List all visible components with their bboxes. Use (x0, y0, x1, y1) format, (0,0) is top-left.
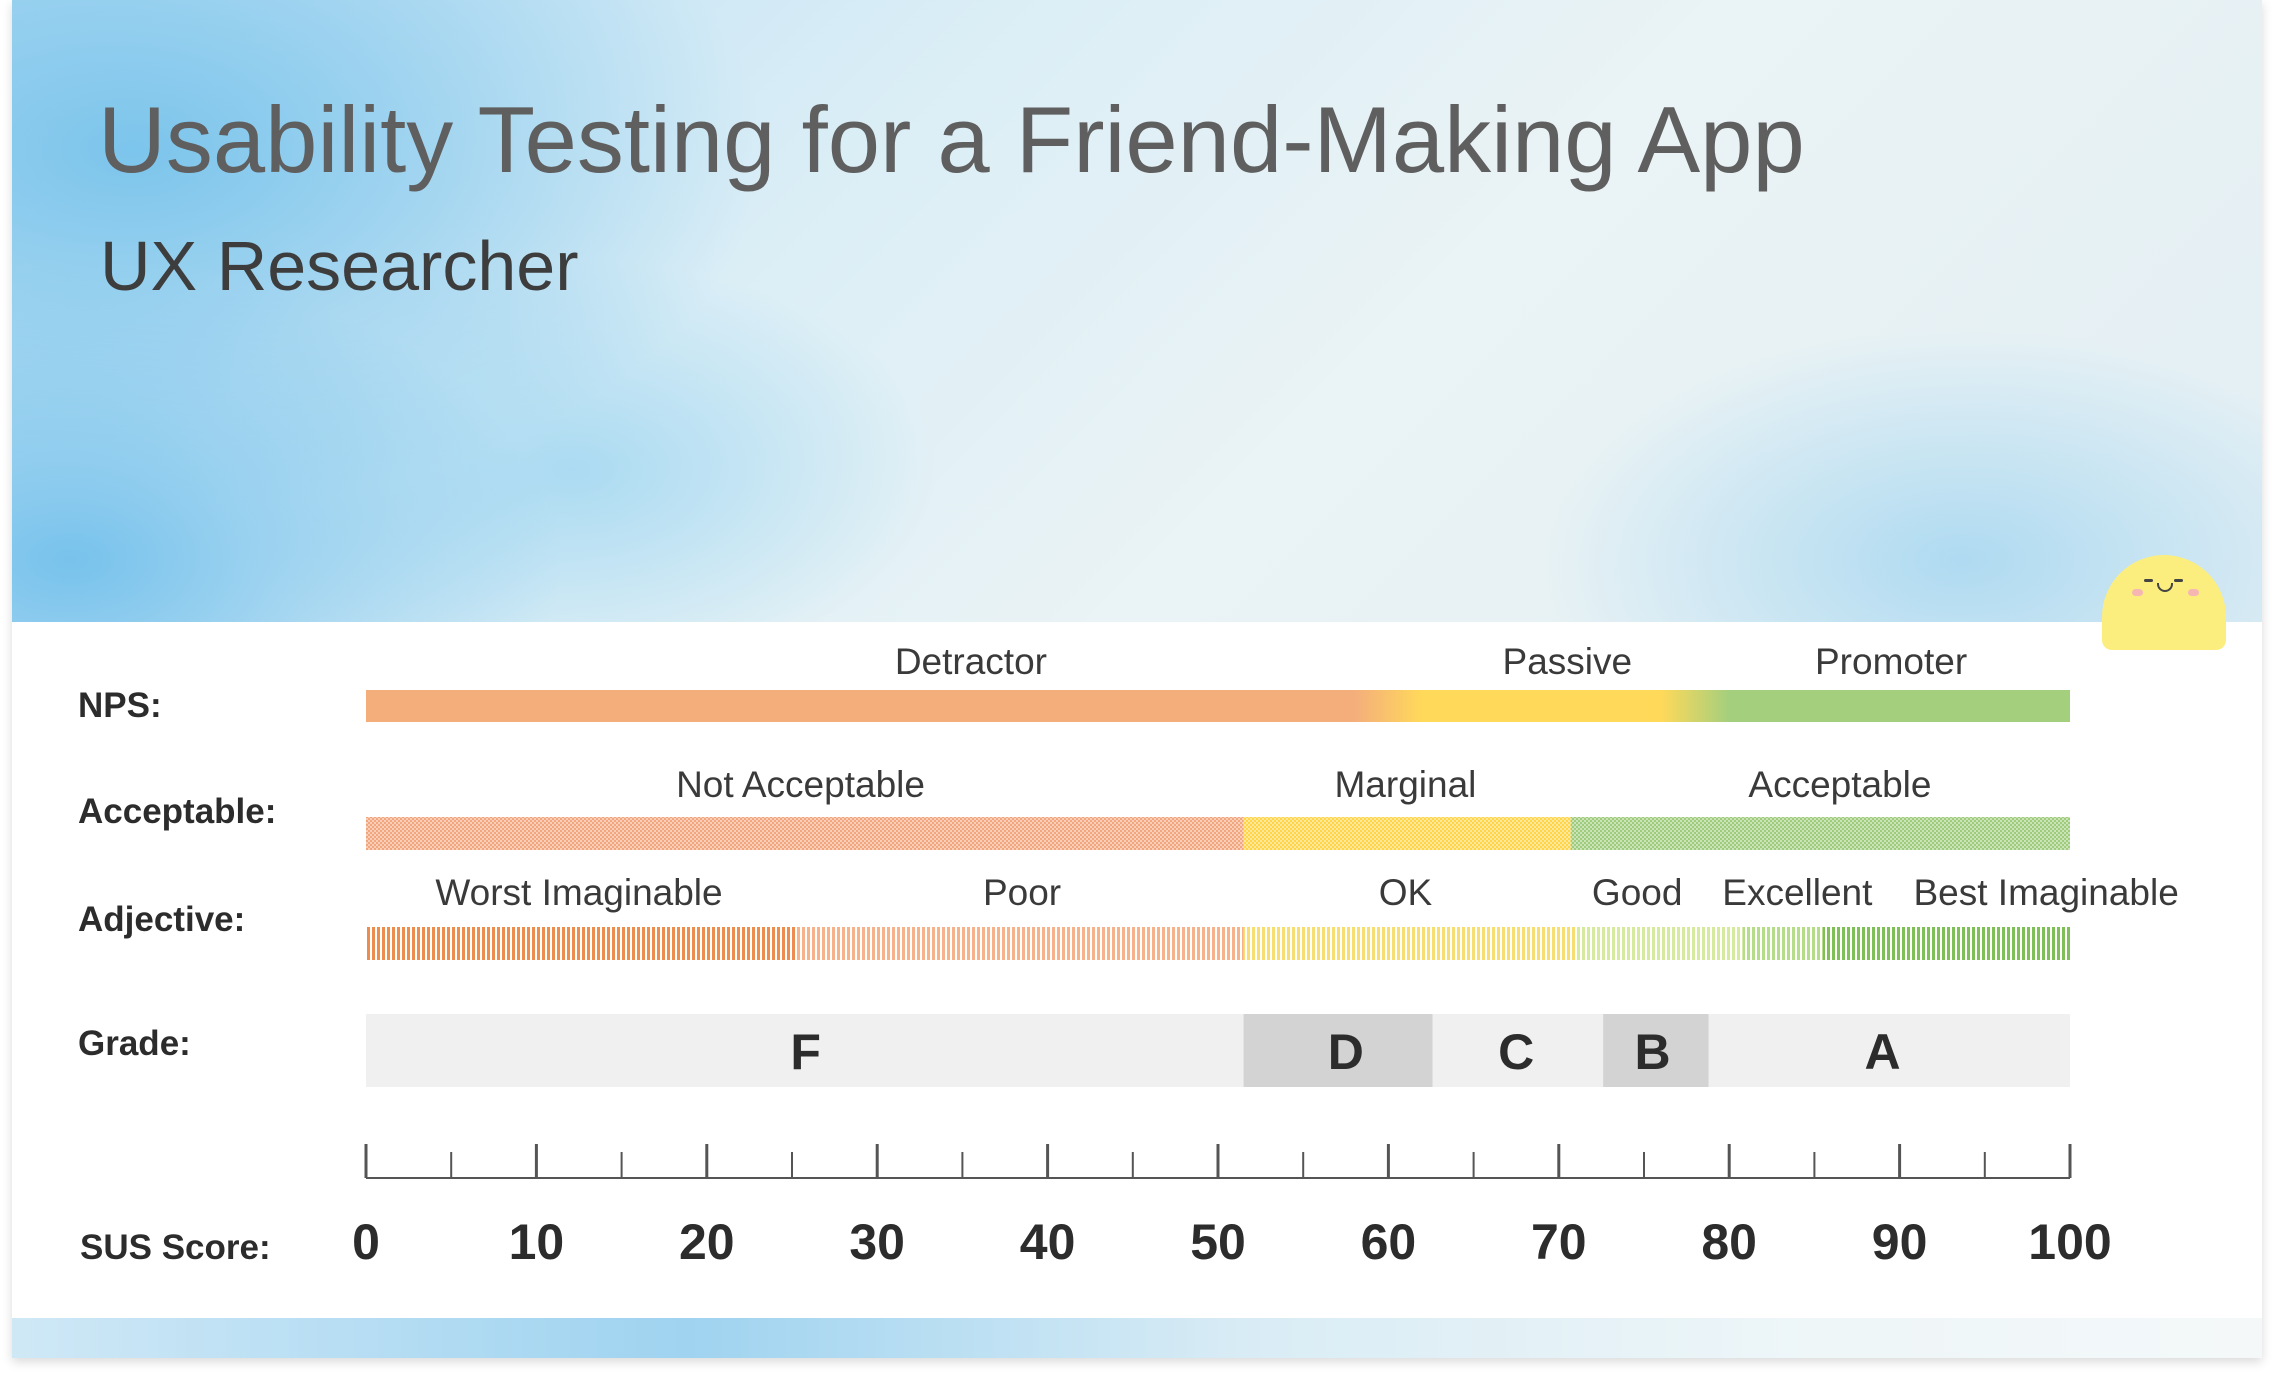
slide-card: Usability Testing for a Friend-Making Ap… (12, 0, 2262, 1358)
band-good (1577, 927, 1743, 960)
tick-label-100: 100 (2028, 1214, 2111, 1270)
tick-label-60: 60 (1361, 1214, 1417, 1270)
band-poor (795, 927, 1244, 960)
row-label-sus-score: SUS Score: (80, 1228, 271, 1267)
band-excellent (1742, 927, 1823, 960)
band-marginal (1243, 817, 1571, 850)
band-not-acceptable (366, 817, 1244, 850)
hero-background: Usability Testing for a Friend-Making Ap… (12, 0, 2262, 622)
band-label-detractor: Detractor (895, 641, 1047, 682)
grade-label-a: A (1865, 1024, 1901, 1080)
band-label-passive: Passive (1503, 641, 1633, 682)
tick-label-70: 70 (1531, 1214, 1587, 1270)
tick-label-40: 40 (1020, 1214, 1076, 1270)
grade-label-b: B (1634, 1024, 1670, 1080)
band-label-acceptable: Acceptable (1748, 764, 1931, 805)
band-label-best-imaginable: Best Imaginable (1913, 872, 2178, 913)
grade-label-d: D (1328, 1024, 1364, 1080)
row-label-acceptable: Acceptable: (78, 792, 276, 831)
band-best-imaginable (1822, 927, 2070, 960)
band-label-poor: Poor (983, 872, 1061, 913)
band-worst-imaginable (366, 927, 796, 960)
sus-score-chart: NPS: Detractor Passive Promoter Acceptable: N… (78, 641, 2179, 1270)
band-label-marginal: Marginal (1334, 764, 1476, 805)
tick-label-90: 90 (1872, 1214, 1928, 1270)
grade-label-c: C (1498, 1024, 1534, 1080)
tick-label-50: 50 (1190, 1214, 1246, 1270)
band-label-promoter: Promoter (1815, 641, 1967, 682)
band-ok (1243, 927, 1578, 960)
band-label-ok: OK (1379, 872, 1433, 913)
row-label-grade: Grade: (78, 1024, 191, 1063)
band-acceptable (1570, 817, 2070, 850)
page-title: Usability Testing for a Friend-Making Ap… (98, 87, 1805, 192)
band-label-excellent: Excellent (1722, 872, 1873, 913)
band-promoter (1695, 690, 2070, 722)
band-detractor (366, 690, 1388, 722)
band-label-worst-imaginable: Worst Imaginable (435, 872, 722, 913)
row-label-nps: NPS: (78, 686, 162, 725)
tick-label-20: 20 (679, 1214, 735, 1270)
tick-label-30: 30 (849, 1214, 905, 1270)
tick-label-0: 0 (352, 1214, 380, 1270)
tick-label-80: 80 (1701, 1214, 1757, 1270)
row-label-adjective: Adjective: (78, 900, 245, 939)
band-label-not-acceptable: Not Acceptable (676, 764, 925, 805)
band-label-good: Good (1592, 872, 1683, 913)
grade-label-f: F (790, 1024, 821, 1080)
page-subtitle: UX Researcher (100, 227, 579, 305)
band-passive (1388, 690, 1695, 722)
tick-label-10: 10 (509, 1214, 565, 1270)
footer-strip (12, 1318, 2262, 1358)
